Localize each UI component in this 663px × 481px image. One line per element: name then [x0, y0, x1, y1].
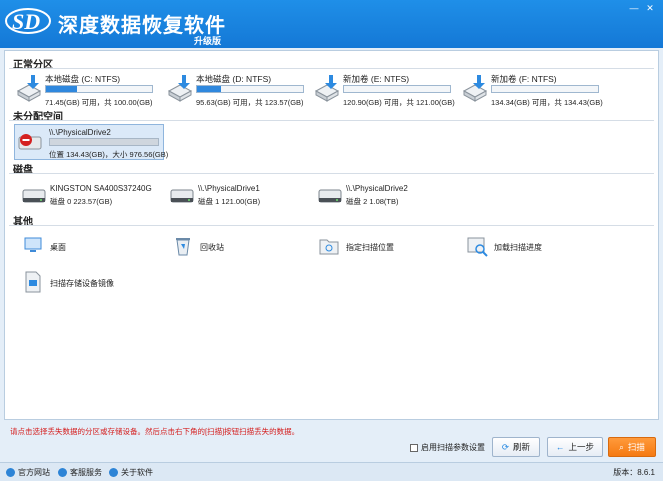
hard-disk-icon	[170, 189, 194, 203]
image-file-icon	[25, 271, 41, 293]
divider	[9, 120, 654, 121]
home-icon	[6, 468, 15, 477]
partition-name: 本地磁盘 (C: NTFS)	[45, 74, 121, 84]
back-label: 上一步	[568, 442, 594, 452]
other-item[interactable]: 扫描存储设备镜像	[22, 270, 162, 296]
instruction-hint: 请点击选择丢失数据的分区或存储设备。然后点击右下角的[扫描]按钮扫描丢失的数据。	[10, 427, 300, 436]
disk-item[interactable]: KINGSTON SA400S37240G 磁盘 0 223.57(GB)	[22, 183, 167, 209]
other-item-label: 回收站	[200, 243, 224, 252]
close-button[interactable]: ✕	[643, 2, 657, 14]
minimize-button[interactable]: —	[627, 2, 641, 14]
drive-icon	[167, 75, 193, 102]
disk-item[interactable]: \\.\PhysicalDrive2 磁盘 2 1.08(TB)	[318, 183, 463, 209]
usage-fill	[197, 86, 222, 92]
hard-disk-icon	[22, 189, 46, 203]
disk-name: \\.\PhysicalDrive1	[198, 184, 260, 193]
drive-icon	[16, 75, 42, 102]
unallocated-name: \\.\PhysicalDrive2	[49, 128, 111, 137]
other-item[interactable]: 回收站	[172, 234, 312, 260]
back-button[interactable]: ← 上一步	[547, 437, 603, 457]
load-progress-icon	[467, 237, 488, 257]
site-label: 官方网站	[18, 468, 50, 477]
partition-item[interactable]: 本地磁盘 (C: NTFS) 71.45(GB) 可用，共 100.00(GB)	[15, 71, 160, 111]
disk-name: \\.\PhysicalDrive2	[346, 184, 408, 193]
official-site-link[interactable]: 官方网站	[6, 467, 50, 478]
other-item[interactable]: 指定扫描位置	[318, 234, 458, 260]
partition-name: 本地磁盘 (D: NTFS)	[196, 74, 272, 84]
about-label: 关于软件	[121, 468, 153, 477]
scan-label: 扫描	[627, 442, 645, 452]
refresh-label: 刷新	[513, 442, 531, 452]
partition-info: 71.45(GB) 可用，共 100.00(GB)	[45, 98, 153, 107]
folder-target-icon	[319, 239, 339, 255]
checkbox-box[interactable]	[410, 443, 418, 452]
refresh-button[interactable]: ⟳ 刷新	[492, 437, 540, 457]
unallocated-drive-icon	[18, 134, 42, 150]
partition-info: 120.90(GB) 可用，共 121.00(GB)	[343, 98, 455, 107]
usage-bar	[343, 85, 451, 93]
partition-info: 134.34(GB) 可用，共 134.43(GB)	[491, 98, 603, 107]
title-bar: SD 深度数据恢复软件 升级版 — ✕	[0, 0, 663, 48]
search-icon: ⌕	[619, 441, 624, 452]
disk-info: 磁盘 0 223.57(GB)	[50, 197, 113, 206]
disk-info: 磁盘 1 121.00(GB)	[198, 197, 261, 206]
unallocated-bar	[49, 138, 159, 146]
support-link[interactable]: 客服服务	[58, 467, 102, 478]
refresh-icon: ⟳	[501, 441, 510, 452]
advanced-settings-checkbox[interactable]: 启用扫描参数设置	[410, 442, 485, 453]
other-item-label: 桌面	[50, 243, 66, 252]
divider	[9, 225, 654, 226]
version-label: 版本：8.6.1	[613, 468, 655, 477]
unallocated-item[interactable]: \\.\PhysicalDrive2 位置 134.43(GB)，大小 976.…	[14, 124, 168, 160]
app-logo: SD	[5, 8, 51, 34]
partition-item[interactable]: 新加卷 (E: NTFS) 120.90(GB) 可用，共 121.00(GB)	[313, 71, 458, 111]
disk-item[interactable]: \\.\PhysicalDrive1 磁盘 1 121.00(GB)	[170, 183, 315, 209]
status-bar: 官方网站 客服服务 关于软件 版本：8.6.1	[0, 462, 663, 481]
usage-bar	[196, 85, 304, 93]
usage-fill	[46, 86, 77, 92]
support-label: 客服服务	[70, 468, 102, 477]
disk-info: 磁盘 2 1.08(TB)	[346, 197, 399, 206]
drive-icon	[462, 75, 488, 102]
about-link[interactable]: 关于软件	[109, 467, 153, 478]
usage-bar	[45, 85, 153, 93]
other-item-label: 指定扫描位置	[346, 243, 394, 252]
other-item[interactable]: 桌面	[22, 234, 162, 260]
info-icon	[109, 468, 118, 477]
checkbox-label: 启用扫描参数设置	[421, 443, 485, 452]
divider	[9, 173, 654, 174]
other-item-label: 扫描存储设备镜像	[50, 279, 114, 288]
desktop-icon	[24, 237, 42, 252]
partition-info: 95.63(GB) 可用，共 123.57(GB)	[196, 98, 304, 107]
support-icon	[58, 468, 67, 477]
recycle-bin-icon	[176, 238, 190, 256]
app-edition: 升级版	[194, 36, 222, 46]
partition-name: 新加卷 (F: NTFS)	[491, 74, 557, 84]
usage-bar	[491, 85, 599, 93]
unallocated-info: 位置 134.43(GB)，大小 976.56(GB)	[49, 150, 169, 159]
drive-icon	[314, 75, 340, 102]
partition-item[interactable]: 本地磁盘 (D: NTFS) 95.63(GB) 可用，共 123.57(GB)	[166, 71, 311, 111]
svg-text:SD: SD	[12, 9, 40, 34]
other-item-label: 加载扫描进度	[494, 243, 542, 252]
scan-button[interactable]: ⌕ 扫描	[608, 437, 656, 457]
divider	[9, 68, 654, 69]
back-arrow-icon: ←	[555, 442, 565, 452]
disk-name: KINGSTON SA400S37240G	[50, 184, 152, 193]
other-item[interactable]: 加载扫描进度	[466, 234, 606, 260]
hard-disk-icon	[318, 189, 342, 203]
partition-item[interactable]: 新加卷 (F: NTFS) 134.34(GB) 可用，共 134.43(GB)	[461, 71, 606, 111]
partition-name: 新加卷 (E: NTFS)	[343, 74, 410, 84]
